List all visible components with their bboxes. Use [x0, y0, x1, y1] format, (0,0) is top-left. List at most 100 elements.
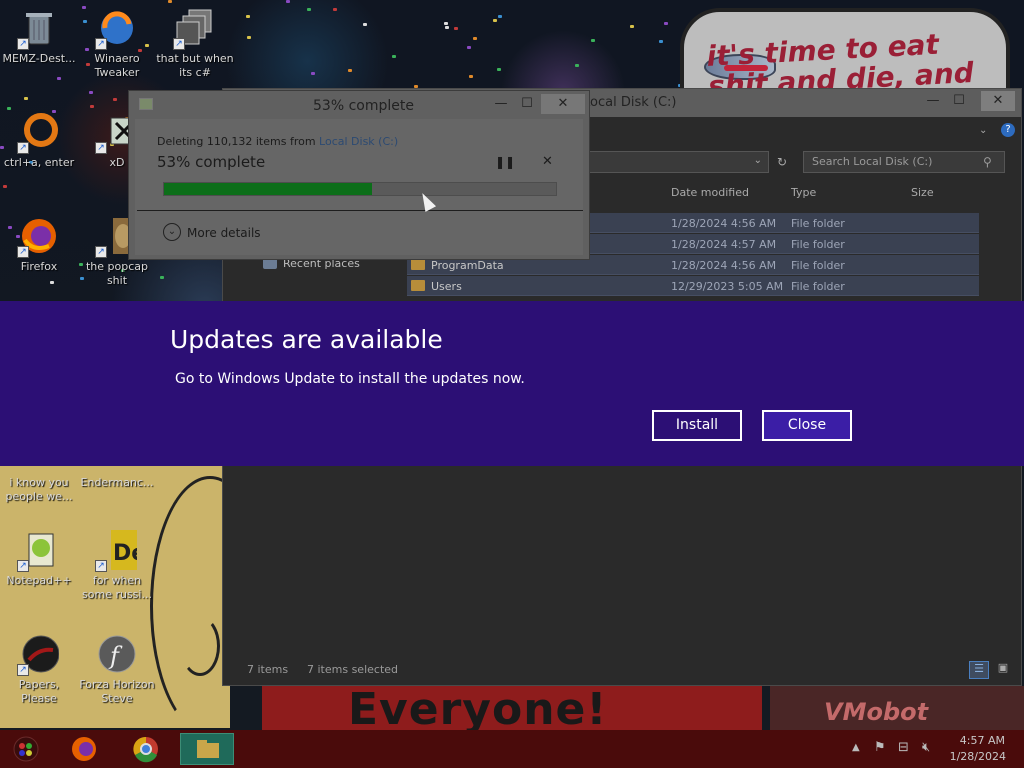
shortcut-arrow-icon: ↗	[17, 560, 29, 572]
row-type: File folder	[791, 238, 845, 251]
delete-progress-dialog[interactable]: 53% complete — ☐ ✕ Deleting 110,132 item…	[128, 90, 590, 260]
status-location-link[interactable]: Local Disk (C:)	[319, 135, 398, 148]
chevron-down-icon[interactable]: ⌄	[979, 125, 987, 136]
desktop-icon-i-know-you[interactable]: i know you people we...	[0, 476, 78, 504]
confetti-piece	[311, 72, 315, 75]
minimize-button[interactable]: —	[921, 91, 945, 111]
shortcut-arrow-icon: ↗	[173, 38, 185, 50]
trash-icon: ↗	[17, 8, 59, 50]
flash-icon: f	[97, 634, 137, 674]
close-window-button[interactable]: ✕	[541, 94, 585, 114]
confetti-piece	[444, 22, 448, 25]
maximize-button[interactable]: ☐	[515, 94, 539, 114]
confetti-piece	[473, 37, 477, 40]
confetti-piece	[575, 64, 579, 67]
chevron-down-icon[interactable]: ⌄	[163, 223, 181, 241]
desktop-icon-enderman[interactable]: Endermanc...	[78, 476, 156, 490]
maximize-button[interactable]: ☐	[947, 91, 971, 111]
table-row[interactable]: Users 12/29/2023 5:05 AM File folder	[407, 276, 979, 296]
clock-time[interactable]: 4:57 AM	[955, 734, 1005, 747]
row-type: File folder	[791, 280, 845, 293]
chevron-down-icon[interactable]: ⌄	[754, 155, 762, 166]
red-poster: Everyone!	[262, 684, 762, 735]
volume-muted-icon[interactable]: 🔇︎	[922, 740, 930, 755]
taskbar-file-explorer[interactable]	[180, 733, 234, 765]
shortcut-arrow-icon: ↗	[17, 664, 29, 676]
desktop-icon-label: the popcap shit	[85, 260, 148, 287]
row-date: 1/28/2024 4:57 AM	[671, 238, 777, 251]
action-center-flag-icon[interactable]: ⚑	[874, 740, 886, 755]
right-poster: VMobot	[770, 686, 1024, 730]
taskbar: ▲ ⚑ ⊟ 🔇︎ 4:57 AM 1/28/2024	[0, 730, 1024, 768]
copy-dialog-icon	[139, 98, 153, 110]
help-icon[interactable]: ?	[1001, 123, 1015, 137]
confetti-piece	[659, 40, 663, 43]
large-icons-view-icon[interactable]: ▣	[995, 661, 1011, 679]
confetti-piece	[168, 0, 172, 3]
show-hidden-icons-icon[interactable]: ▲	[852, 742, 860, 753]
desktop-icon-notepad[interactable]: ↗ Notepad++	[0, 530, 78, 588]
column-header-date[interactable]: Date modified	[671, 186, 749, 199]
confetti-piece	[445, 26, 449, 29]
start-orb-icon	[13, 736, 39, 762]
taskbar-chrome[interactable]	[124, 733, 168, 765]
progress-bar	[163, 182, 557, 196]
row-date: 1/28/2024 4:56 AM	[671, 217, 777, 230]
de-icon: De ↗	[95, 530, 146, 572]
papers-icon: ↗	[17, 634, 60, 676]
progress-titlebar[interactable]: 53% complete — ☐ ✕	[129, 91, 589, 119]
confetti-piece	[7, 107, 11, 110]
poster-text: Everyone!	[348, 684, 608, 735]
minimize-button[interactable]: —	[489, 94, 513, 114]
progress-divider	[137, 210, 583, 211]
desktop-icon-csharp[interactable]: ↗ that but when its c#	[156, 8, 234, 80]
close-button[interactable]: Close	[762, 410, 852, 441]
desktop-icon-forza[interactable]: f Forza Horizon Steve	[78, 634, 156, 706]
desktop-icon-winaero[interactable]: ↗ Winaero Tweaker	[78, 8, 156, 80]
confetti-piece	[497, 68, 501, 71]
taskbar-firefox[interactable]	[62, 733, 106, 765]
confetti-piece	[307, 8, 311, 11]
desktop-icon-de[interactable]: De ↗ for when some russi...	[78, 530, 156, 602]
confetti-piece	[630, 25, 634, 28]
start-button[interactable]	[4, 733, 48, 765]
desktop-icon-firefox[interactable]: ↗ Firefox	[0, 216, 78, 274]
search-icon: ⚲	[983, 155, 992, 169]
address-bar[interactable]: ⌄	[573, 151, 769, 173]
progress-status: Deleting 110,132 items from Local Disk (…	[157, 135, 398, 148]
notepad-icon: ↗	[17, 530, 59, 572]
desktop-icon-ctrl-a[interactable]: ↗ ctrl+a, enter	[0, 112, 78, 170]
confetti-piece	[591, 39, 595, 42]
progress-percent: 53% complete	[157, 153, 266, 171]
confetti-piece	[50, 281, 54, 284]
confetti-piece	[664, 22, 668, 25]
search-input[interactable]: Search Local Disk (C:)	[803, 151, 1005, 173]
install-button[interactable]: Install	[652, 410, 742, 441]
firefox-icon	[72, 737, 96, 761]
desktop-icon-label: for when some russi...	[82, 574, 152, 601]
pause-icon[interactable]: ❚❚	[495, 155, 515, 169]
progress-title: 53% complete	[313, 98, 414, 114]
column-header-size[interactable]: Size	[911, 186, 934, 199]
file-explorer-icon	[197, 740, 219, 758]
desktop-icon-label: ctrl+a, enter	[3, 156, 75, 169]
confetti-piece	[24, 97, 28, 100]
clock-date[interactable]: 1/28/2024	[946, 750, 1006, 763]
column-header-type[interactable]: Type	[791, 186, 816, 199]
confetti-piece	[467, 46, 471, 49]
confetti-piece	[363, 23, 367, 26]
shortcut-arrow-icon: ↗	[95, 142, 107, 154]
progress-bar-fill	[164, 183, 372, 195]
details-view-icon[interactable]: ☰	[969, 661, 989, 679]
refresh-icon[interactable]: ↻	[771, 151, 793, 173]
confetti-piece	[333, 8, 337, 11]
confetti-piece	[247, 36, 251, 39]
close-window-button[interactable]: ✕	[981, 91, 1015, 111]
network-icon[interactable]: ⊟	[898, 740, 909, 755]
desktop-icon-memz[interactable]: ↗ MEMZ-Dest...	[0, 8, 78, 66]
more-details-button[interactable]: More details	[187, 226, 261, 240]
desktop-icon-label: Firefox	[20, 260, 58, 273]
cancel-icon[interactable]: ✕	[542, 154, 553, 169]
desktop-icon-papers-please[interactable]: ↗ Papers, Please	[0, 634, 78, 706]
desktop-icon-label: Papers, Please	[18, 678, 60, 705]
